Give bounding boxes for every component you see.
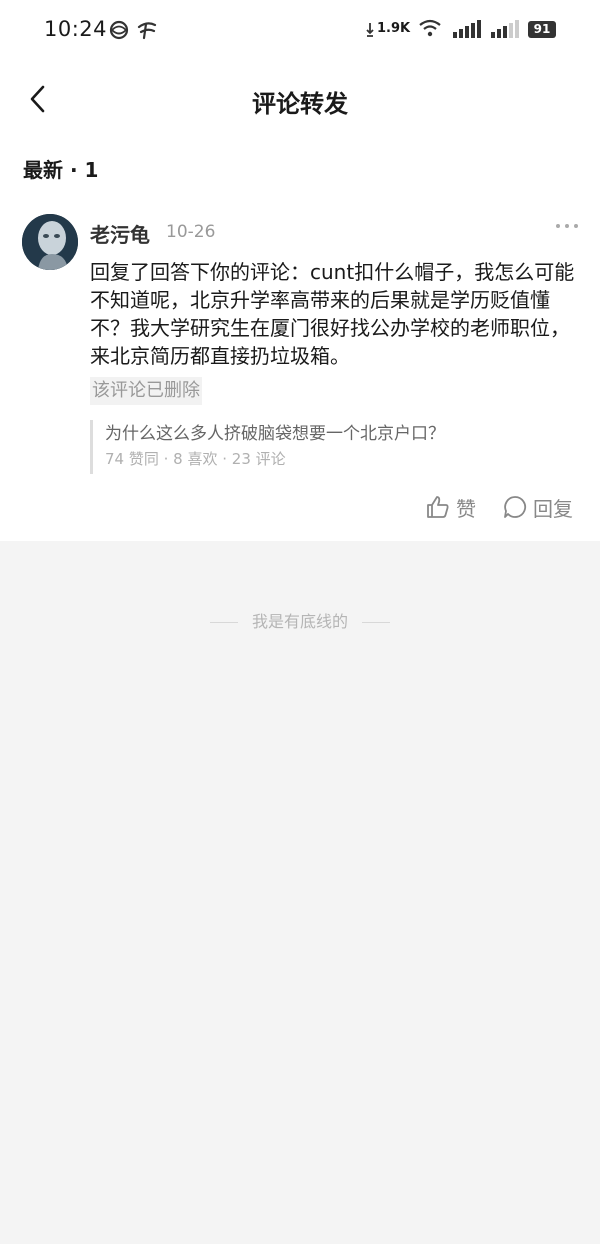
status-time: 10:24 xyxy=(44,17,108,41)
net-speed: 1.9K xyxy=(377,21,411,36)
divider xyxy=(209,622,238,623)
download-arrow-icon xyxy=(366,22,374,42)
end-of-list: 我是有底线的 xyxy=(0,608,600,632)
battery-indicator: 91 xyxy=(528,21,556,38)
speech-bubble-icon xyxy=(504,496,527,518)
china-mobile-icon xyxy=(108,20,130,44)
like-label: 赞 xyxy=(456,496,476,521)
signal-2-icon xyxy=(491,20,519,42)
comment-text: 回复了回答下你的评论：cunt扣什么帽子，我怎么可能不知道呢，北京升学率高带来的… xyxy=(90,260,575,368)
signal-1-icon xyxy=(453,20,481,42)
like-button[interactable]: 赞 xyxy=(426,494,476,521)
end-of-list-text: 我是有底线的 xyxy=(251,612,348,631)
reply-button[interactable]: 回复 xyxy=(503,494,573,521)
quoted-question-title: 为什么这么多人挤破脑袋想要一个北京户口？ xyxy=(105,424,445,444)
china-telecom-icon xyxy=(136,20,158,44)
deleted-notice: 该评论已删除 xyxy=(90,377,202,405)
avatar[interactable] xyxy=(22,214,78,270)
comment-date: 10-26 xyxy=(166,222,216,242)
comment-username[interactable]: 老污龟 xyxy=(90,219,150,248)
more-dots-icon xyxy=(556,224,578,228)
quoted-question[interactable]: 为什么这么多人挤破脑袋想要一个北京户口？ 74 赞同 · 8 喜欢 · 23 评… xyxy=(90,420,570,474)
more-button[interactable] xyxy=(554,216,580,236)
page-title: 评论转发 xyxy=(252,90,348,118)
wifi-icon xyxy=(419,19,441,41)
quoted-question-meta: 74 赞同 · 8 喜欢 · 23 评论 xyxy=(105,450,286,468)
status-bar: 10:24 1.9K 91 xyxy=(0,0,600,60)
reply-label: 回复 xyxy=(533,496,573,521)
comment-page-top: 10:24 1.9K 91 评论转发 最新 · 1 老污龟 10-26 回复了回… xyxy=(0,0,600,541)
divider xyxy=(362,622,390,623)
thumbs-up-icon xyxy=(427,496,449,518)
section-label: 最新 · 1 xyxy=(23,158,99,182)
